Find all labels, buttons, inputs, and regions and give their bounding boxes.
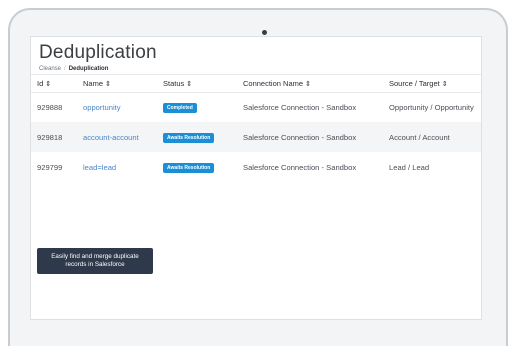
cell-connection: Salesforce Connection - Sandbox [237, 92, 383, 122]
column-header-status[interactable]: Status ⇕ [157, 75, 237, 93]
status-badge: Awaits Resolution [163, 162, 215, 173]
cell-connection: Salesforce Connection - Sandbox [237, 152, 383, 182]
feature-tooltip: Easily find and merge duplicate records … [37, 248, 153, 274]
cell-name: lead=lead [77, 152, 157, 182]
sort-icon: ⇕ [186, 80, 193, 88]
breadcrumb-parent[interactable]: Cleanse [39, 66, 61, 72]
camera-icon [262, 30, 267, 35]
cell-name: account-account [77, 122, 157, 152]
cell-id: 929799 [31, 152, 77, 182]
sort-icon: ⇕ [45, 80, 52, 88]
cell-source-target: Opportunity / Opportunity [383, 92, 481, 122]
cell-connection: Salesforce Connection - Sandbox [237, 122, 383, 152]
cell-status: Awaits Resolution [157, 152, 237, 182]
cell-id: 929818 [31, 122, 77, 152]
page-title: Deduplication [39, 42, 157, 63]
column-header-name[interactable]: Name ⇕ [77, 75, 157, 93]
record-link[interactable]: opportunity [83, 103, 121, 112]
table-row[interactable]: 929888 opportunity Completed Salesforce … [31, 92, 481, 122]
column-header-source-target[interactable]: Source / Target ⇕ [383, 75, 481, 93]
status-badge: Completed [163, 102, 197, 113]
column-header-id[interactable]: Id ⇕ [31, 75, 77, 93]
tooltip-line: Easily find and merge duplicate [51, 253, 139, 260]
cell-source-target: Account / Account [383, 122, 481, 152]
record-link[interactable]: lead=lead [83, 163, 116, 172]
breadcrumb: Cleanse / Deduplication [39, 65, 481, 74]
breadcrumb-current: Deduplication [68, 66, 109, 72]
tooltip-line: records in Salesforce [65, 261, 125, 268]
sort-icon: ⇕ [441, 80, 448, 88]
table-header-row: Id ⇕ Name ⇕ Status ⇕ Connection Name ⇕ Sourc… [31, 75, 481, 93]
cell-name: opportunity [77, 92, 157, 122]
column-header-connection[interactable]: Connection Name ⇕ [237, 75, 383, 93]
sort-icon: ⇕ [105, 80, 111, 88]
cell-source-target: Lead / Lead [383, 152, 481, 182]
dedup-table: Id ⇕ Name ⇕ Status ⇕ Connection Name ⇕ Sourc… [31, 75, 481, 182]
table-row[interactable]: 929799 lead=lead Awaits Resolution Sales… [31, 152, 481, 182]
app-screen: Deduplication Cleanse / Deduplication Id ⇕ … [30, 36, 482, 320]
table-row[interactable]: 929818 account-account Awaits Resolution… [31, 122, 481, 152]
sort-icon: ⇕ [305, 80, 311, 88]
cell-status: Completed [157, 92, 237, 122]
cell-status: Awaits Resolution [157, 122, 237, 152]
status-badge: Awaits Resolution [163, 132, 215, 143]
page-header: Deduplication Cleanse / Deduplication [31, 37, 481, 75]
cell-id: 929888 [31, 92, 77, 122]
record-link[interactable]: account-account [83, 133, 139, 142]
breadcrumb-separator: / [64, 66, 66, 72]
